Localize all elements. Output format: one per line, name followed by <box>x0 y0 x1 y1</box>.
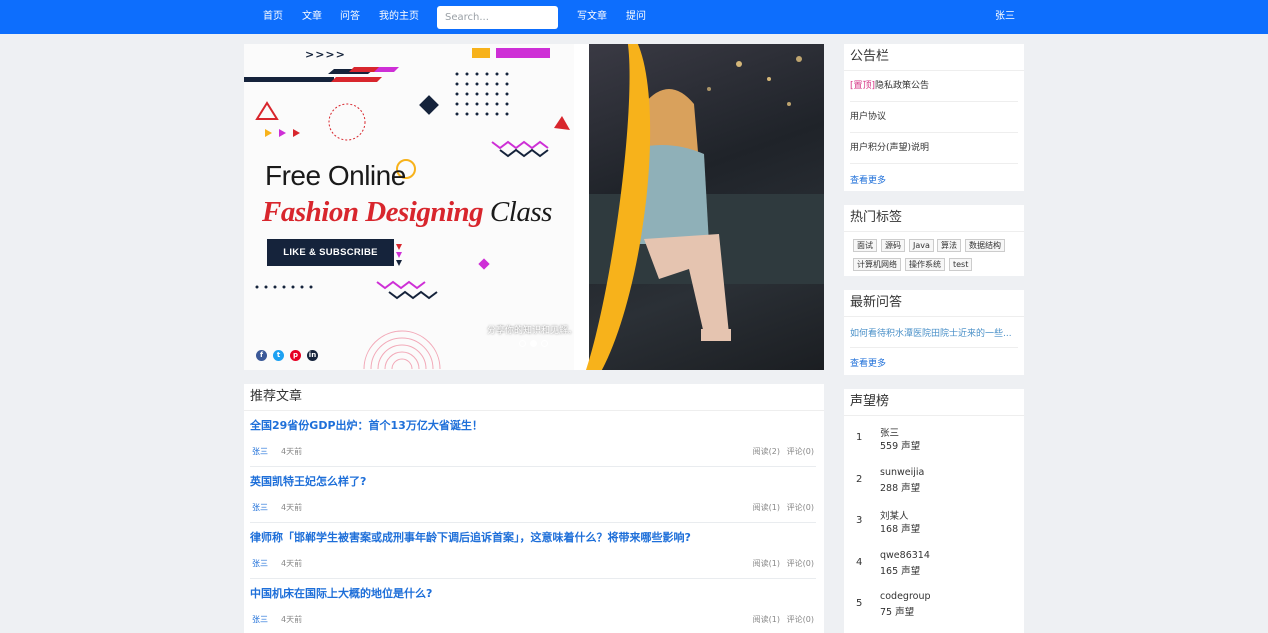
rank-score: 559 声望 <box>880 441 921 452</box>
rank-user-name: qwe86314 <box>880 550 930 561</box>
reputation-row[interactable]: 1 张三 559 声望 <box>844 419 1024 460</box>
pinned-badge: [置顶] <box>850 81 876 91</box>
rank-score: 165 声望 <box>880 566 921 577</box>
subscribe-button[interactable]: LIKE & SUBSCRIBE <box>267 239 394 266</box>
article-title-link[interactable]: 全国29省份GDP出炉：首个13万亿大省诞生！ <box>250 417 483 433</box>
tag-chip[interactable]: 操作系统 <box>905 258 945 271</box>
article-item: 全国29省份GDP出炉：首个13万亿大省诞生！ 张三 4天前 阅读(2) 评论(… <box>250 411 816 467</box>
rank-user-name: 张三 <box>880 428 900 439</box>
write-article-link[interactable]: 写文章 <box>577 0 607 34</box>
carousel-caption: 分享你的知识和见解。 <box>487 326 578 336</box>
rank-user-name: codegroup <box>880 591 931 602</box>
top-navbar: 首页 文章 问答 我的主页 写文章 提问 张三 <box>0 0 1268 34</box>
article-title-link[interactable]: 律师称「邯郸学生被害案或成刑事年龄下调后追诉首案」，这意味着什么？将带来哪些影响… <box>250 529 691 545</box>
latest-qa-card: 最新问答 如何看待积水潭医院田院士近来的一些... 查看更多 <box>844 290 1024 375</box>
rank-number: 4 <box>856 557 863 568</box>
reputation-row[interactable]: 3 刘某人 168 声望 <box>844 502 1024 543</box>
latest-qa-title: 最新问答 <box>844 290 1024 317</box>
article-author-link[interactable]: 张三 <box>252 502 268 513</box>
article-item: 律师称「邯郸学生被害案或成刑事年龄下调后追诉首案」，这意味着什么？将带来哪些影响… <box>250 523 816 579</box>
divider <box>850 347 1018 348</box>
article-read-count: 阅读(1) <box>752 559 780 568</box>
nav-home[interactable]: 首页 <box>263 0 283 34</box>
carousel-indicator-1[interactable] <box>519 340 526 347</box>
nav-qa[interactable]: 问答 <box>340 0 360 34</box>
article-author-link[interactable]: 张三 <box>252 558 268 569</box>
article-read-count: 阅读(1) <box>752 503 780 512</box>
tag-chip[interactable]: 面试 <box>853 239 877 252</box>
recommended-articles-card: 推荐文章 全国29省份GDP出炉：首个13万亿大省诞生！ 张三 4天前 阅读(2… <box>244 384 824 633</box>
announcement-card: 公告栏 [置顶]隐私政策公告 用户协议 用户积分(声望)说明 查看更多 <box>844 44 1024 191</box>
article-time: 4天前 <box>281 503 303 512</box>
banner-carousel[interactable]: >>>> Free Online Fashion Designing Class… <box>244 44 824 370</box>
rank-user-name: sunweijia <box>880 467 925 478</box>
tag-chip[interactable]: 算法 <box>937 239 961 252</box>
hot-tags-card: 热门标签 面试 源码 Java 算法 数据结构 计算机网络 操作系统 test <box>844 205 1024 276</box>
tag-chip[interactable]: test <box>949 258 973 271</box>
reputation-row[interactable]: 5 codegroup 75 声望 <box>844 585 1024 626</box>
announcement-more-link[interactable]: 查看更多 <box>850 173 886 186</box>
linkedin-icon[interactable]: in <box>307 350 318 361</box>
carousel-indicator-2[interactable] <box>530 340 537 347</box>
banner-subheadline: Fashion Designing Class <box>262 196 552 229</box>
article-author-link[interactable]: 张三 <box>252 446 268 457</box>
tag-chip[interactable]: 数据结构 <box>965 239 1005 252</box>
article-time: 4天前 <box>281 615 303 624</box>
article-read-count: 阅读(2) <box>752 447 780 456</box>
article-time: 4天前 <box>281 559 303 568</box>
rank-number: 2 <box>856 474 863 485</box>
article-time: 4天前 <box>281 447 303 456</box>
ask-question-link[interactable]: 提问 <box>626 0 646 34</box>
nav-my-home[interactable]: 我的主页 <box>379 0 419 34</box>
article-comment-count: 评论(0) <box>786 503 814 512</box>
tag-chip[interactable]: 计算机网络 <box>853 258 901 271</box>
qa-item-link[interactable]: 如何看待积水潭医院田院士近来的一些... <box>850 326 1018 339</box>
article-title-link[interactable]: 英国凯特王妃怎么样了? <box>250 473 366 489</box>
rank-number: 1 <box>856 432 863 443</box>
announcement-item[interactable]: 用户积分(声望)说明 <box>850 133 1018 164</box>
carousel-indicator-3[interactable] <box>541 340 548 347</box>
qa-more-link[interactable]: 查看更多 <box>850 356 886 369</box>
rank-number: 5 <box>856 598 863 609</box>
nav-articles[interactable]: 文章 <box>302 0 322 34</box>
hot-tags-title: 热门标签 <box>844 205 1024 232</box>
article-read-count: 阅读(1) <box>752 615 780 624</box>
announcement-item-label: 用户协议 <box>850 112 887 122</box>
rank-score: 75 声望 <box>880 607 915 618</box>
reputation-row[interactable]: 4 qwe86314 165 声望 <box>844 544 1024 585</box>
reputation-row[interactable]: 2 sunweijia 288 声望 <box>844 461 1024 502</box>
article-comment-count: 评论(0) <box>786 615 814 624</box>
banner-subheadline-tail: Class <box>489 196 552 228</box>
announcement-item-label: 用户积分(声望)说明 <box>850 143 930 153</box>
rank-number: 3 <box>856 515 863 526</box>
announcement-item[interactable]: [置顶]隐私政策公告 <box>850 71 1018 102</box>
rank-user-name: 刘某人 <box>880 511 909 522</box>
tag-chip[interactable]: 源码 <box>881 239 905 252</box>
user-menu[interactable]: 张三 <box>995 0 1015 34</box>
article-comment-count: 评论(0) <box>786 559 814 568</box>
tag-chip[interactable]: Java <box>909 239 934 252</box>
banner-arrows: >>>> <box>305 48 346 61</box>
announcement-title: 公告栏 <box>844 44 1024 71</box>
reputation-board-title: 声望榜 <box>844 389 1024 416</box>
reputation-board-card: 声望榜 1 张三 559 声望 2 sunweijia 288 声望 3 刘某人… <box>844 389 1024 633</box>
article-item: 英国凯特王妃怎么样了? 张三 4天前 阅读(1) 评论(0) <box>250 467 816 523</box>
article-title-link[interactable]: 中国机床在国际上大概的地位是什么? <box>250 585 432 601</box>
recommended-articles-title: 推荐文章 <box>244 384 824 411</box>
banner-headline: Free Online <box>265 160 406 191</box>
article-item: 中国机床在国际上大概的地位是什么? 张三 4天前 阅读(1) 评论(0) <box>250 579 816 633</box>
article-author-link[interactable]: 张三 <box>252 614 268 625</box>
rank-score: 288 声望 <box>880 483 921 494</box>
twitter-icon[interactable]: t <box>273 350 284 361</box>
banner-subheadline-main: Fashion Designing <box>262 196 484 228</box>
announcement-item[interactable]: 用户协议 <box>850 102 1018 133</box>
pinterest-icon[interactable]: p <box>290 350 301 361</box>
article-comment-count: 评论(0) <box>786 447 814 456</box>
search-input[interactable] <box>437 6 558 29</box>
facebook-icon[interactable]: f <box>256 350 267 361</box>
rank-score: 168 声望 <box>880 524 921 535</box>
announcement-item-label: 隐私政策公告 <box>875 81 930 91</box>
